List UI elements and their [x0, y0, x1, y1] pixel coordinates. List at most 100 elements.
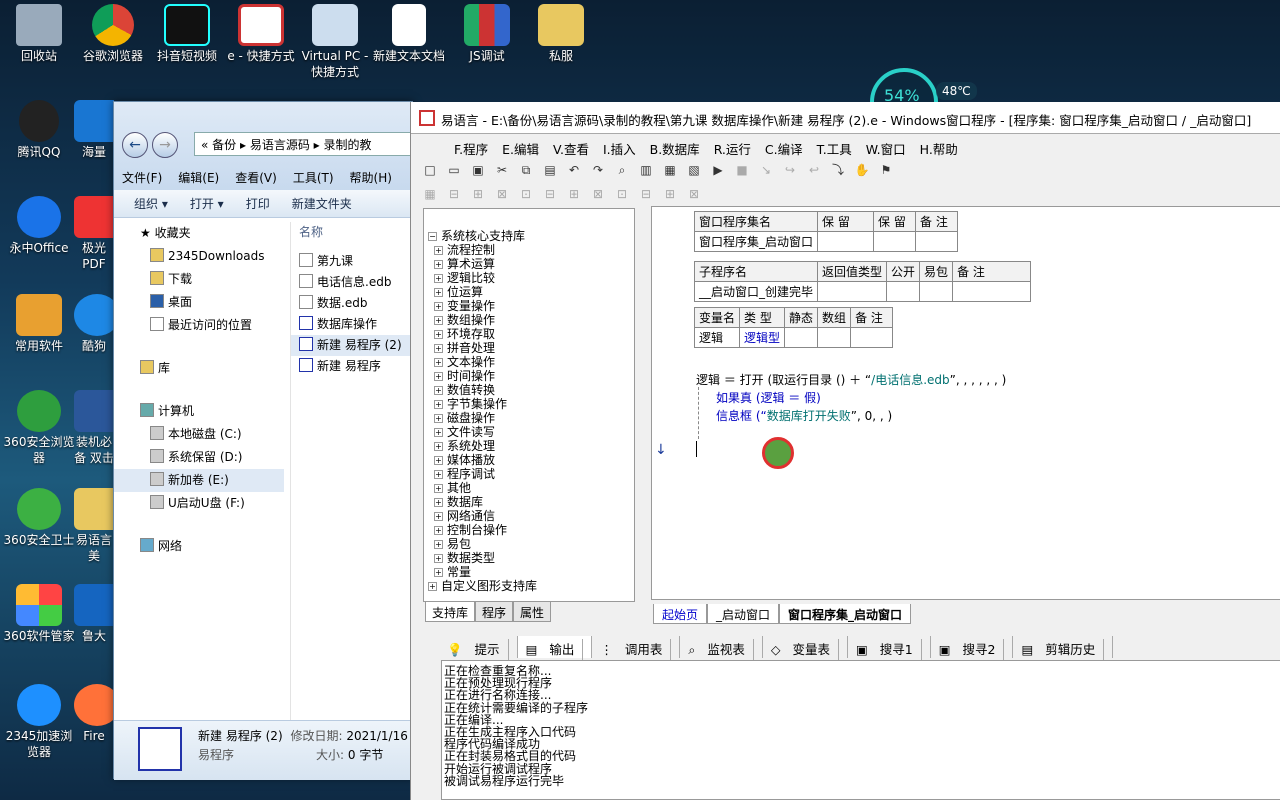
tree-item[interactable]: + 逻辑比较	[424, 271, 634, 285]
desktop-icon-qq[interactable]: 腾讯QQ	[0, 96, 78, 160]
desktop-icon-js[interactable]: JS调试	[448, 0, 526, 64]
menu-run[interactable]: R.运行	[707, 136, 758, 158]
desktop-icon-luda[interactable]: 鲁大	[74, 580, 114, 644]
nav-drive-c[interactable]: 本地磁盘 (C:)	[114, 423, 284, 446]
nav-drive-e[interactable]: 新加卷 (E:)	[114, 469, 284, 492]
tab-support-library[interactable]: 支持库	[425, 602, 476, 622]
code-editor[interactable]: 窗口程序集名保 留保 留备 注 窗口程序集_启动窗口 子程序名 返回值类型 公开 易包…	[651, 206, 1280, 600]
nav-2345downloads[interactable]: 2345Downloads	[114, 245, 284, 268]
tree-item[interactable]: + 媒体播放	[424, 453, 634, 467]
nav-network[interactable]: 网络	[114, 535, 284, 558]
tree-item[interactable]: − 系统核心支持库	[424, 229, 634, 243]
forward-button[interactable]: →	[152, 132, 178, 158]
tab-start-page[interactable]: 起始页	[653, 604, 708, 624]
tree-item[interactable]: + 位运算	[424, 285, 634, 299]
output-panel[interactable]: 正在检查重复名称... 正在预处理现行程序 正在进行名称连接... 正在统计需要…	[441, 660, 1280, 800]
tree-item[interactable]: + 拼音处理	[424, 341, 634, 355]
nav-computer[interactable]: 计算机	[114, 400, 284, 423]
desktop-icon-textfile[interactable]: 新建文本文档	[370, 0, 448, 64]
cut-icon[interactable]: ✂	[491, 160, 513, 180]
open-icon[interactable]: ▭	[443, 160, 465, 180]
tree-item[interactable]: + 磁盘操作	[424, 411, 634, 425]
desktop-icon-hailiang[interactable]: 海量	[74, 96, 114, 160]
stop-icon[interactable]: ■	[731, 160, 753, 180]
menu-help[interactable]: 帮助(H)	[342, 166, 400, 188]
hand-icon[interactable]: ✋	[851, 160, 873, 180]
menu-program[interactable]: F.程序	[447, 136, 495, 158]
tree-item[interactable]: + 程序调试	[424, 467, 634, 481]
run-icon[interactable]: ▶	[707, 160, 729, 180]
tab-watch[interactable]: ⌕ 监视表	[680, 636, 763, 660]
tree-item[interactable]: + 控制台操作	[424, 523, 634, 537]
nav-recent[interactable]: 最近访问的位置	[114, 314, 284, 337]
step-icon[interactable]: ↘	[755, 160, 777, 180]
code-line-1[interactable]: 逻辑 ＝ 打开 (取运行目录 () ＋ “/电话信息.edb”, , , , ,…	[696, 371, 1006, 388]
tab-search1[interactable]: ▣ 搜寻1	[848, 636, 931, 660]
desktop-icon-2345[interactable]: 2345加速浏览器	[0, 680, 78, 760]
tree-item[interactable]: + 流程控制	[424, 243, 634, 257]
step-icon[interactable]: ↩	[803, 160, 825, 180]
tab-program[interactable]: 程序	[475, 602, 514, 622]
nav-libraries[interactable]: 库	[114, 357, 284, 380]
layout-icon[interactable]: ▦	[659, 160, 681, 180]
open-button[interactable]: 打开 ▾	[182, 193, 232, 214]
layout-icon[interactable]: ▧	[683, 160, 705, 180]
tree-item[interactable]: + 文件读写	[424, 425, 634, 439]
menu-insert[interactable]: I.插入	[596, 136, 643, 158]
address-bar[interactable]: « 备份 ▸ 易语言源码 ▸ 录制的教	[194, 132, 424, 156]
align-icon[interactable]: ⊠	[491, 184, 513, 204]
file-item[interactable]: 新建 易程序 (2)	[291, 335, 414, 356]
debug-icon[interactable]: ⚑	[875, 160, 897, 180]
back-button[interactable]: ←	[122, 132, 148, 158]
tree-item[interactable]: + 时间操作	[424, 369, 634, 383]
align-icon[interactable]: ⊟	[443, 184, 465, 204]
tab-start-window[interactable]: _启动窗口	[707, 604, 780, 624]
desktop-icon-360guard[interactable]: 360安全卫士	[0, 484, 78, 548]
nav-drive-d[interactable]: 系统保留 (D:)	[114, 446, 284, 469]
align-icon[interactable]: ⊟	[635, 184, 657, 204]
menu-view[interactable]: V.查看	[546, 136, 596, 158]
tree-item[interactable]: + 其他	[424, 481, 634, 495]
menu-tools[interactable]: 工具(T)	[285, 166, 342, 188]
align-icon[interactable]: ⊟	[539, 184, 561, 204]
desktop-icon-virtual-pc[interactable]: Virtual PC - 快捷方式	[296, 0, 374, 80]
tree-item[interactable]: + 数组操作	[424, 313, 634, 327]
tree-item[interactable]: + 算术运算	[424, 257, 634, 271]
menu-database[interactable]: B.数据库	[643, 136, 707, 158]
desktop-icon-kugou[interactable]: 酷狗	[74, 290, 114, 354]
code-line-2[interactable]: 如果真 (逻辑 ＝ 假)	[716, 389, 821, 406]
align-icon[interactable]: ⊠	[587, 184, 609, 204]
file-item[interactable]: 新建 易程序	[291, 356, 414, 377]
align-icon[interactable]: ⊡	[515, 184, 537, 204]
tree-item[interactable]: + 环境存取	[424, 327, 634, 341]
step-icon[interactable]: ↪	[779, 160, 801, 180]
desktop-icon-yozo[interactable]: 永中Office	[0, 192, 78, 256]
tree-item[interactable]: + 网络通信	[424, 509, 634, 523]
code-line-3[interactable]: 信息框 (“数据库打开失败”, 0, , )	[716, 407, 892, 424]
file-item[interactable]: 数据库操作	[291, 314, 414, 335]
align-icon[interactable]: ⊞	[563, 184, 585, 204]
tree-item[interactable]: + 系统处理	[424, 439, 634, 453]
tab-clip-history[interactable]: ▤ 剪辑历史	[1013, 636, 1114, 660]
menu-help[interactable]: H.帮助	[913, 136, 965, 158]
tree-item[interactable]: + 数值转换	[424, 383, 634, 397]
align-icon[interactable]: ⊠	[683, 184, 705, 204]
paste-icon[interactable]: ▤	[539, 160, 561, 180]
desktop-icon-chrome[interactable]: 谷歌浏览器	[74, 0, 152, 64]
tab-output[interactable]: ▤ 输出	[517, 636, 593, 660]
desktop-icon-e[interactable]: e - 快捷方式	[222, 0, 300, 64]
copy-icon[interactable]: ⧉	[515, 160, 537, 180]
desktop-icon-recycle-bin[interactable]: 回收站	[0, 0, 78, 64]
new-folder-button[interactable]: 新建文件夹	[284, 193, 360, 214]
menu-file[interactable]: 文件(F)	[114, 166, 170, 188]
tab-hint[interactable]: 💡 提示	[439, 636, 518, 660]
tree-item[interactable]: + 字节集操作	[424, 397, 634, 411]
redo-icon[interactable]: ↷	[587, 160, 609, 180]
organize-button[interactable]: 组织 ▾	[126, 193, 176, 214]
tab-properties[interactable]: 属性	[513, 602, 552, 622]
breakpoint-icon[interactable]: ⤵	[827, 160, 849, 180]
nav-desktop[interactable]: 桌面	[114, 291, 284, 314]
file-item[interactable]: 第九课	[291, 251, 414, 272]
tree-item[interactable]: + 数据库	[424, 495, 634, 509]
find-icon[interactable]: ⌕	[611, 160, 633, 180]
